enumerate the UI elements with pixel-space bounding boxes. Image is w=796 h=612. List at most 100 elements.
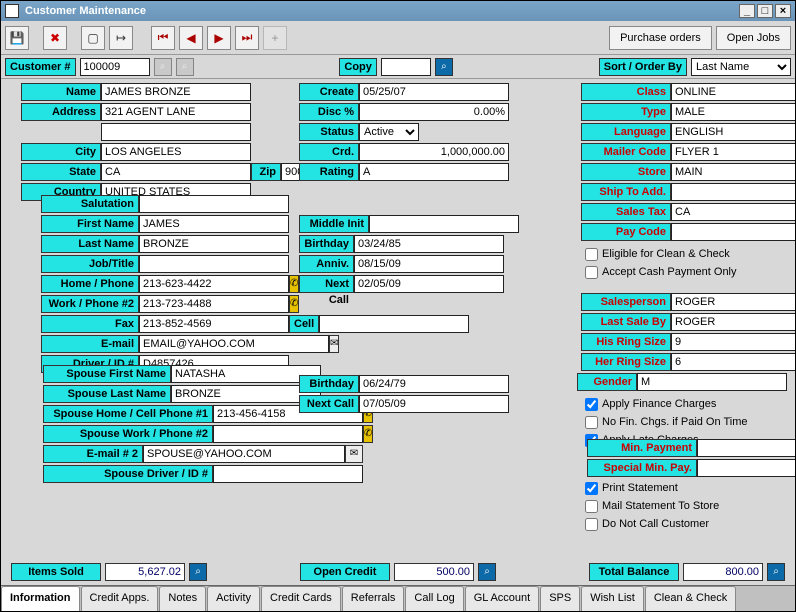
last-record-button[interactable]: ⏭ — [235, 26, 259, 50]
middleinit-input[interactable] — [369, 215, 519, 233]
cash-only-checkbox[interactable]: Accept Cash Payment Only — [585, 263, 785, 281]
birthday-input[interactable] — [354, 235, 504, 253]
do-not-call-checkbox[interactable]: Do Not Call Customer — [585, 515, 785, 533]
tab-sps[interactable]: SPS — [540, 586, 580, 611]
store-input[interactable] — [671, 163, 795, 181]
items-sold-search-icon[interactable]: ⌕ — [189, 563, 207, 581]
firstname-input[interactable] — [139, 215, 289, 233]
new-button[interactable]: ▢ — [81, 26, 105, 50]
cell-input[interactable] — [319, 315, 469, 333]
anniv-label: Anniv. — [299, 255, 354, 273]
mail-to-store-checkbox[interactable]: Mail Statement To Store — [585, 497, 785, 515]
copy-input[interactable] — [381, 58, 431, 76]
work-phone-action-icon[interactable]: ✆ — [289, 295, 299, 313]
copy-label: Copy — [339, 58, 377, 76]
email-action-icon[interactable]: ✉ — [329, 335, 339, 353]
name-input[interactable] — [101, 83, 251, 101]
address-input[interactable] — [101, 103, 251, 121]
spouse-work-action-icon[interactable]: ✆ — [363, 425, 373, 443]
add-button[interactable]: + — [263, 26, 287, 50]
home-phone-label: Home / Phone #1 — [41, 275, 139, 293]
mailer-input[interactable] — [671, 143, 795, 161]
customer-number-input[interactable] — [80, 58, 150, 76]
close-button[interactable]: × — [775, 4, 791, 18]
nextcall-input[interactable] — [354, 275, 504, 293]
sort-by-select[interactable]: Last Name — [691, 58, 791, 76]
tab-credit-cards[interactable]: Credit Cards — [261, 586, 341, 611]
middleinit-label: Middle Init — [299, 215, 369, 233]
lastname-label: Last Name — [41, 235, 139, 253]
shipto-label: Ship To Add. — [581, 183, 671, 201]
gender-input[interactable] — [637, 373, 787, 391]
specmin-input[interactable] — [697, 459, 795, 477]
paycode-input[interactable] — [671, 223, 795, 241]
minimize-button[interactable]: _ — [739, 4, 755, 18]
shipto-input[interactable] — [671, 183, 795, 201]
fax-input[interactable] — [139, 315, 289, 333]
spouse-work-input[interactable] — [213, 425, 363, 443]
customer-search-icon-1[interactable]: ⌕ — [154, 58, 172, 76]
prev-record-button[interactable]: ◀ — [179, 26, 203, 50]
customer-search-icon-2[interactable]: ⌕ — [176, 58, 194, 76]
anniv-input[interactable] — [354, 255, 504, 273]
next-record-button[interactable]: ▶ — [207, 26, 231, 50]
first-record-button[interactable]: ⏮ — [151, 26, 175, 50]
exit-button[interactable]: ↦ — [109, 26, 133, 50]
tab-credit-apps[interactable]: Credit Apps. — [81, 586, 159, 611]
city-input[interactable] — [101, 143, 251, 161]
hisring-input[interactable] — [671, 333, 795, 351]
tab-referrals[interactable]: Referrals — [342, 586, 405, 611]
open-credit-search-icon[interactable]: ⌕ — [478, 563, 496, 581]
salutation-input[interactable] — [139, 195, 289, 213]
tab-information[interactable]: Information — [1, 586, 80, 611]
tab-clean-check[interactable]: Clean & Check — [645, 586, 736, 611]
address2-input[interactable] — [101, 123, 251, 141]
apply-finance-checkbox[interactable]: Apply Finance Charges — [585, 395, 785, 413]
spouse-driverid-input[interactable] — [213, 465, 363, 483]
save-button[interactable]: 💾 — [5, 26, 29, 50]
jobtitle-input[interactable] — [139, 255, 289, 273]
eligible-clean-check-checkbox[interactable]: Eligible for Clean & Check — [585, 245, 785, 263]
print-statement-checkbox[interactable]: Print Statement — [585, 479, 785, 497]
spouse-birthday-input[interactable] — [359, 375, 509, 393]
email-input[interactable] — [139, 335, 329, 353]
copy-search-icon[interactable]: ⌕ — [435, 58, 453, 76]
nextcall-label: Next Call — [299, 275, 354, 293]
tab-call-log[interactable]: Call Log — [405, 586, 463, 611]
status-select[interactable]: Active — [359, 123, 419, 141]
salestax-input[interactable] — [671, 203, 795, 221]
class-label: Class — [581, 83, 671, 101]
minpay-input[interactable] — [697, 439, 795, 457]
spouse-email-action-icon[interactable]: ✉ — [345, 445, 363, 463]
tab-wish-list[interactable]: Wish List — [581, 586, 644, 611]
work-phone-input[interactable] — [139, 295, 289, 313]
create-input[interactable] — [359, 83, 509, 101]
purchase-orders-button[interactable]: Purchase orders — [609, 26, 712, 50]
lastsale-input[interactable] — [671, 313, 795, 331]
herring-label: Her Ring Size — [581, 353, 671, 371]
rating-label: Rating — [299, 163, 359, 181]
salesperson-input[interactable] — [671, 293, 795, 311]
maximize-button[interactable]: □ — [757, 4, 773, 18]
tab-notes[interactable]: Notes — [159, 586, 206, 611]
total-balance-search-icon[interactable]: ⌕ — [767, 563, 785, 581]
spouse-nextcall-input[interactable] — [359, 395, 509, 413]
home-phone-input[interactable] — [139, 275, 289, 293]
tab-activity[interactable]: Activity — [207, 586, 260, 611]
discpct-input[interactable] — [359, 103, 509, 121]
spouse-email-input[interactable] — [143, 445, 345, 463]
open-jobs-button[interactable]: Open Jobs — [716, 26, 791, 50]
type-input[interactable] — [671, 103, 795, 121]
lastname-input[interactable] — [139, 235, 289, 253]
total-balance-value: 800.00 — [683, 563, 763, 581]
home-phone-action-icon[interactable]: ✆ — [289, 275, 299, 293]
no-finance-paid-checkbox[interactable]: No Fin. Chgs. if Paid On Time — [585, 413, 785, 431]
tab-gl-account[interactable]: GL Account — [465, 586, 539, 611]
state-input[interactable] — [101, 163, 251, 181]
class-input[interactable] — [671, 83, 795, 101]
language-input[interactable] — [671, 123, 795, 141]
herring-input[interactable] — [671, 353, 795, 371]
delete-button[interactable]: ✖ — [43, 26, 67, 50]
rating-input[interactable] — [359, 163, 509, 181]
crdlimit-input[interactable] — [359, 143, 509, 161]
